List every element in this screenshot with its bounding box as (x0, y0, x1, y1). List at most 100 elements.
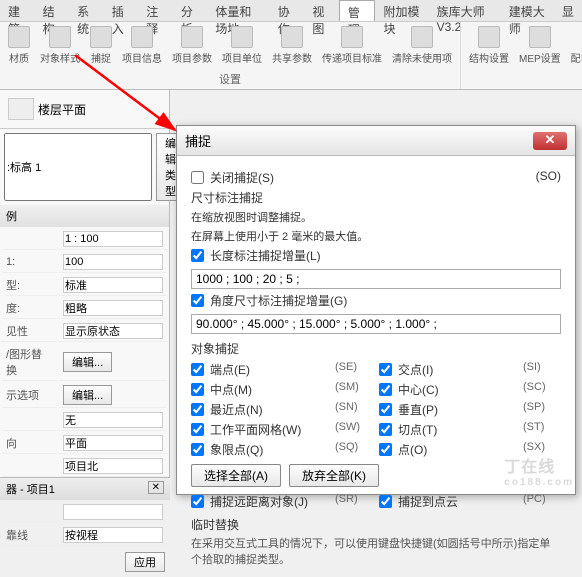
prop-row: 向 (2, 433, 167, 454)
snap-dialog: 捕捉 ✕ 关闭捕捉(S) (SO) 尺寸标注捕捉 在缩放视图时调整捕捉。 在屏幕… (176, 125, 576, 495)
prop-input[interactable] (63, 323, 163, 339)
length-inc-input[interactable] (191, 269, 561, 289)
prop-input[interactable] (63, 458, 163, 474)
prop-row (2, 229, 167, 250)
temp-override-title: 临时替换 (191, 516, 561, 533)
dim-snap-title: 尺寸标注捕捉 (191, 189, 561, 206)
tab-7[interactable]: 协作 (270, 0, 305, 21)
ribbon-icon (90, 26, 112, 48)
prop-input[interactable] (63, 277, 163, 293)
edit-button[interactable]: 编辑... (63, 385, 112, 405)
remote-snap-checkbox[interactable]: 捕捉远距离对象(J) (191, 493, 329, 510)
dialog-titlebar[interactable]: 捕捉 ✕ (177, 126, 575, 156)
props-header: 例 (0, 205, 169, 227)
prop-row (2, 456, 167, 477)
length-inc-checkbox[interactable]: 长度标注捕捉增量(L) (191, 247, 561, 264)
snap-options-grid: 端点(E)(SE)交点(I)(SI)中点(M)(SM)中心(C)(SC)最近点(… (191, 361, 561, 458)
tab-9[interactable]: 管理 (339, 0, 376, 21)
type-selector[interactable] (4, 133, 152, 201)
properties-panel: 楼层平面 编辑类型 例 1:型:度:见性/图形替换编辑...示选项编辑...向显… (0, 90, 170, 500)
prop-row: /图形替换编辑... (2, 344, 167, 381)
angle-inc-input[interactable] (191, 314, 561, 334)
dim-desc1: 在缩放视图时调整捕捉。 (191, 209, 561, 225)
ribbon-icon (411, 26, 433, 48)
tab-10[interactable]: 附加模块 (375, 0, 428, 21)
ribbon-项目信息[interactable]: 项目信息 (118, 24, 166, 67)
snap-option[interactable]: 工作平面网格(W) (191, 421, 329, 438)
ribbon-共享参数[interactable]: 共享参数 (268, 24, 316, 67)
tab-2[interactable]: 系统 (69, 0, 104, 21)
prop-row: 示选项编辑... (2, 383, 167, 408)
ribbon-icon (231, 26, 253, 48)
prop-input[interactable] (63, 231, 163, 247)
tab-12[interactable]: 建模大师 (501, 0, 554, 21)
ribbon-icon (8, 26, 30, 48)
pointcloud-snap-checkbox[interactable]: 捕捉到点云 (379, 493, 517, 510)
ribbon-项目单位[interactable]: 项目单位 (218, 24, 266, 67)
snap-option[interactable]: 垂直(P) (379, 401, 517, 418)
object-snap-title: 对象捕捉 (191, 340, 561, 357)
ribbon-项目参数[interactable]: 项目参数 (168, 24, 216, 67)
status-bar: 器 - 项目1 ✕ (0, 477, 170, 500)
prop-input[interactable] (63, 254, 163, 270)
ribbon-icon (478, 26, 500, 48)
snap-option[interactable]: 中点(M) (191, 381, 329, 398)
ribbon-icon (281, 26, 303, 48)
ribbon-清除未使用项[interactable]: 清除未使用项 (388, 24, 456, 67)
snap-option[interactable]: 交点(I) (379, 361, 517, 378)
close-panel-icon[interactable]: ✕ (148, 481, 164, 494)
prop-input[interactable] (63, 435, 163, 451)
main-tabs: 建筑结构系统插入注释分析体量和场地协作视图管理附加模块族库大师V3.2建模大师显 (0, 0, 582, 22)
ribbon-icon (529, 26, 551, 48)
snap-option[interactable]: 端点(E) (191, 361, 329, 378)
edit-button[interactable]: 编辑... (63, 352, 112, 372)
ribbon-捕捉[interactable]: 捕捉 (86, 24, 116, 67)
prop-input[interactable] (63, 412, 163, 428)
tab-5[interactable]: 分析 (173, 0, 208, 21)
ribbon-配电盘明细表样板[interactable]: 配电盘明细表样板 (567, 24, 582, 67)
prop-input[interactable] (63, 527, 163, 543)
angle-inc-checkbox[interactable]: 角度尺寸标注捕捉增量(G) (191, 292, 561, 309)
snap-option[interactable]: 中心(C) (379, 381, 517, 398)
ribbon-结构设置[interactable]: 结构设置 (465, 24, 513, 67)
close-icon[interactable]: ✕ (533, 132, 567, 150)
apply-button[interactable]: 应用 (125, 552, 165, 572)
prop-row: 型: (2, 275, 167, 296)
dialog-title-text: 捕捉 (185, 131, 211, 150)
deselect-all-button[interactable]: 放弃全部(K) (289, 464, 379, 487)
prop-row: 靠线 (2, 525, 167, 546)
ribbon-icon (131, 26, 153, 48)
select-all-button[interactable]: 选择全部(A) (191, 464, 281, 487)
tab-8[interactable]: 视图 (304, 0, 339, 21)
ribbon-icon (181, 26, 203, 48)
snap-option[interactable]: 切点(T) (379, 421, 517, 438)
prop-input[interactable] (63, 300, 163, 316)
prop-row (2, 410, 167, 431)
close-snap-checkbox[interactable]: 关闭捕捉(S) (191, 169, 274, 186)
prop-row: 度: (2, 298, 167, 319)
tab-0[interactable]: 建筑 (0, 0, 35, 21)
prop-input[interactable] (63, 504, 163, 520)
dim-desc2: 在屏幕上使用小于 2 毫米的最大值。 (191, 228, 561, 244)
snap-option[interactable]: 最近点(N) (191, 401, 329, 418)
temp-override-desc: 在采用交互式工具的情况下，可以使用键盘快捷键(如圆括号中所示)指定单个拾取的捕捉… (191, 535, 561, 567)
floor-plan-label: 楼层平面 (38, 101, 86, 118)
prop-row (2, 502, 167, 523)
tab-6[interactable]: 体量和场地 (207, 0, 269, 21)
ribbon-材质[interactable]: 材质 (4, 24, 34, 67)
prop-row: 见性 (2, 321, 167, 342)
floor-plan-icon (8, 98, 34, 120)
tab-1[interactable]: 结构 (35, 0, 70, 21)
snap-option[interactable]: 点(O) (379, 441, 517, 458)
tab-11[interactable]: 族库大师V3.2 (429, 0, 501, 21)
ribbon-传递项目标准[interactable]: 传递项目标准 (318, 24, 386, 67)
ribbon-icon (341, 26, 363, 48)
ribbon-toolbar: 材质对象样式捕捉项目信息项目参数项目单位共享参数传递项目标准清除未使用项设置结构… (0, 22, 582, 90)
snap-option[interactable]: 象限点(Q) (191, 441, 329, 458)
close-snap-code: (SO) (536, 169, 561, 186)
ribbon-对象样式[interactable]: 对象样式 (36, 24, 84, 67)
tab-13[interactable]: 显 (554, 0, 582, 21)
ribbon-MEP设置[interactable]: MEP设置 (515, 24, 565, 67)
tab-4[interactable]: 注释 (138, 0, 173, 21)
tab-3[interactable]: 插入 (104, 0, 139, 21)
